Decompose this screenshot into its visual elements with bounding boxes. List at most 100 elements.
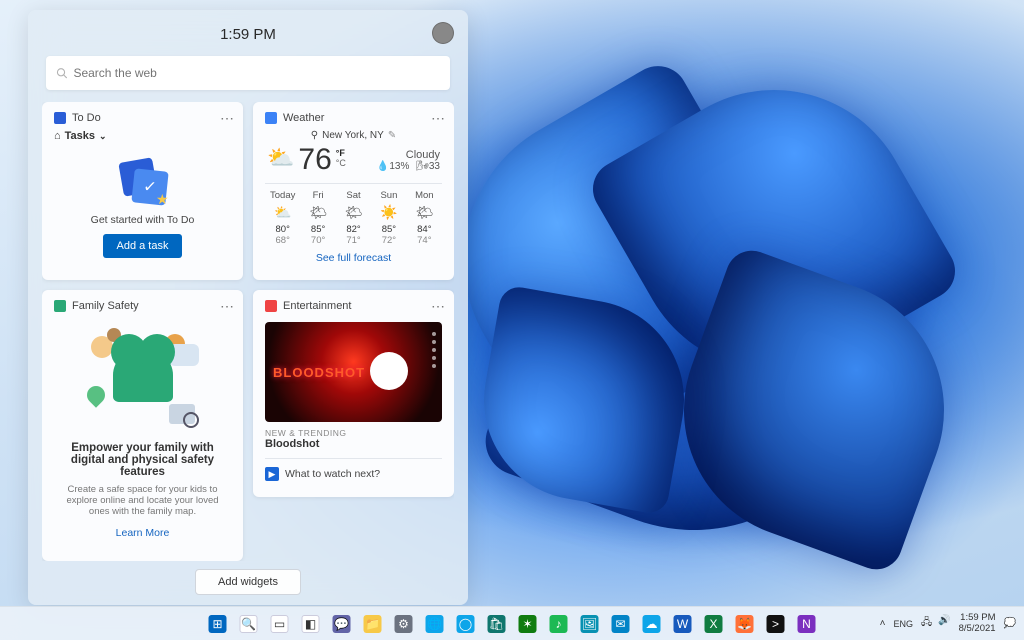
day-weather-icon: 🌤 — [300, 204, 335, 221]
forecast-day[interactable]: Mon 🌤 84° 74° — [407, 190, 442, 246]
tasks-dropdown[interactable]: ⌂ Tasks ⌄ — [54, 130, 231, 142]
chevron-down-icon: ⌄ — [99, 131, 107, 142]
weather-more-icon[interactable]: ⋯ — [431, 110, 446, 127]
mail-icon: ✉ — [612, 615, 630, 633]
todo-caption: Get started with To Do — [54, 214, 231, 226]
family-more-icon[interactable]: ⋯ — [220, 298, 235, 315]
forecast-day[interactable]: Fri 🌤 85° 70° — [300, 190, 335, 246]
tray-language[interactable]: ENG — [893, 619, 913, 629]
todo-illustration: ✓ ★ — [113, 156, 173, 208]
taskbar-store[interactable]: 🛍 — [484, 611, 510, 637]
taskbar-onedrive[interactable]: ☁ — [639, 611, 665, 637]
ent-movie-title: Bloodshot — [265, 438, 442, 450]
user-avatar[interactable] — [432, 22, 454, 44]
weather-location: New York, NY — [322, 130, 384, 141]
settings-icon: ⚙ — [395, 615, 413, 633]
search-icon — [56, 67, 67, 79]
forecast-day[interactable]: Sat 🌤 82° 71° — [336, 190, 371, 246]
add-widgets-button[interactable]: Add widgets — [195, 569, 301, 595]
todo-title: To Do — [72, 112, 101, 124]
tray-clock[interactable]: 1:59 PM 8/5/2021 — [959, 613, 996, 634]
family-learn-more-link[interactable]: Learn More — [54, 527, 231, 539]
taskbar-excel[interactable]: X — [701, 611, 727, 637]
entertainment-card: ⋯ Entertainment BLOODSHOT NEW & TRENDING… — [253, 290, 454, 497]
taskbar-settings[interactable]: ⚙ — [391, 611, 417, 637]
taskbar-search[interactable]: 🔍 — [236, 611, 262, 637]
tray-system-icons[interactable]: 🖧 🔊 — [921, 615, 951, 632]
entertainment-icon — [265, 300, 277, 312]
what-to-watch-link[interactable]: ▶ What to watch next? — [265, 458, 442, 481]
task-view-icon: ▭ — [271, 615, 289, 633]
todo-icon — [54, 112, 66, 124]
ent-tag: NEW & TRENDING — [265, 428, 442, 438]
onedrive-icon: ☁ — [643, 615, 661, 633]
word-icon: W — [674, 615, 692, 633]
taskbar-explorer[interactable]: 📁 — [360, 611, 386, 637]
forecast-day[interactable]: Sun ☀️ 85° 72° — [371, 190, 406, 246]
store-icon: 🛍 — [488, 615, 506, 633]
forecast-day[interactable]: Today ⛅ 80° 68° — [265, 190, 300, 246]
family-title: Family Safety — [72, 300, 139, 312]
weather-location-row[interactable]: ⚲ New York, NY ✎ — [265, 130, 442, 141]
spotify-icon: ♪ — [550, 615, 568, 633]
explorer-icon: 📁 — [364, 615, 382, 633]
taskbar-photos[interactable]: 🖼 — [577, 611, 603, 637]
weather-temp: 76 — [298, 145, 331, 175]
volume-icon: 🔊 — [938, 615, 950, 632]
movie-poster[interactable]: BLOODSHOT — [265, 322, 442, 422]
widgets-icon: ◧ — [302, 615, 320, 633]
photos-icon: 🖼 — [581, 615, 599, 633]
taskbar-edge[interactable]: 🌐 — [422, 611, 448, 637]
family-icon — [54, 300, 66, 312]
onenote-icon: N — [798, 615, 816, 633]
taskbar-task-view[interactable]: ▭ — [267, 611, 293, 637]
add-task-button[interactable]: Add a task — [103, 234, 183, 258]
taskbar-spotify[interactable]: ♪ — [546, 611, 572, 637]
taskbar-chat[interactable]: 💬 — [329, 611, 355, 637]
weather-card: ⋯ Weather ⚲ New York, NY ✎ ⛅ 76 °F °C — [253, 102, 454, 280]
day-weather-icon: ⛅ — [265, 204, 300, 221]
taskbar-xbox[interactable]: ✶ — [515, 611, 541, 637]
taskbar-onenote[interactable]: N — [794, 611, 820, 637]
day-weather-icon: 🌤 — [336, 204, 371, 221]
weather-title: Weather — [283, 112, 324, 124]
taskbar-terminal[interactable]: > — [763, 611, 789, 637]
widgets-panel: 1:59 PM ⋯ To Do ⌂ Tasks ⌄ ✓ ★ Get starte… — [28, 10, 468, 605]
current-weather-icon: ⛅ — [267, 145, 294, 171]
weather-condition: Cloudy — [377, 149, 440, 161]
taskbar-word[interactable]: W — [670, 611, 696, 637]
taskbar-firefox[interactable]: 🦊 — [732, 611, 758, 637]
day-weather-icon: 🌤 — [407, 204, 442, 221]
taskbar-mail[interactable]: ✉ — [608, 611, 634, 637]
network-icon: 🖧 — [921, 615, 932, 632]
edge-icon: 🌐 — [426, 615, 444, 633]
excel-icon: X — [705, 615, 723, 633]
todo-more-icon[interactable]: ⋯ — [220, 110, 235, 127]
weather-icon — [265, 112, 277, 124]
system-tray: ˄ ENG 🖧 🔊 1:59 PM 8/5/2021 💭 — [880, 613, 1016, 634]
taskbar: ⊞ 🔍 ▭ ◧ 💬 📁 ⚙ 🌐 ◯ 🛍 ✶ ♪ 🖼 ✉ ☁ WX 🦊 > N ˄ ENG 🖧 🔊 1:59 PM 8… — [0, 606, 1024, 640]
carousel-dots[interactable] — [432, 332, 436, 368]
taskbar-start[interactable]: ⊞ — [205, 611, 231, 637]
search-box[interactable] — [46, 56, 450, 90]
todo-card: ⋯ To Do ⌂ Tasks ⌄ ✓ ★ Get started with T… — [42, 102, 243, 280]
edit-icon[interactable]: ✎ — [388, 130, 396, 141]
see-forecast-link[interactable]: See full forecast — [265, 252, 442, 264]
ent-more-icon[interactable]: ⋯ — [431, 298, 446, 315]
location-pin-icon: ⚲ — [311, 130, 318, 141]
family-desc: Create a safe space for your kids to exp… — [58, 484, 227, 517]
ent-title: Entertainment — [283, 300, 351, 312]
notifications-icon[interactable]: 💭 — [1004, 618, 1016, 629]
chat-icon: 💬 — [333, 615, 351, 633]
taskbar-widgets[interactable]: ◧ — [298, 611, 324, 637]
terminal-icon: > — [767, 615, 785, 633]
firefox-icon: 🦊 — [736, 615, 754, 633]
cortana-icon: ◯ — [457, 615, 475, 633]
tray-chevron-icon[interactable]: ˄ — [880, 618, 886, 629]
start-icon: ⊞ — [209, 615, 227, 633]
family-headline: Empower your family with digital and phy… — [62, 442, 223, 478]
unit-toggle[interactable]: °F °C — [336, 148, 346, 168]
search-input[interactable] — [73, 66, 440, 80]
poster-text: BLOODSHOT — [273, 365, 365, 380]
taskbar-cortana[interactable]: ◯ — [453, 611, 479, 637]
